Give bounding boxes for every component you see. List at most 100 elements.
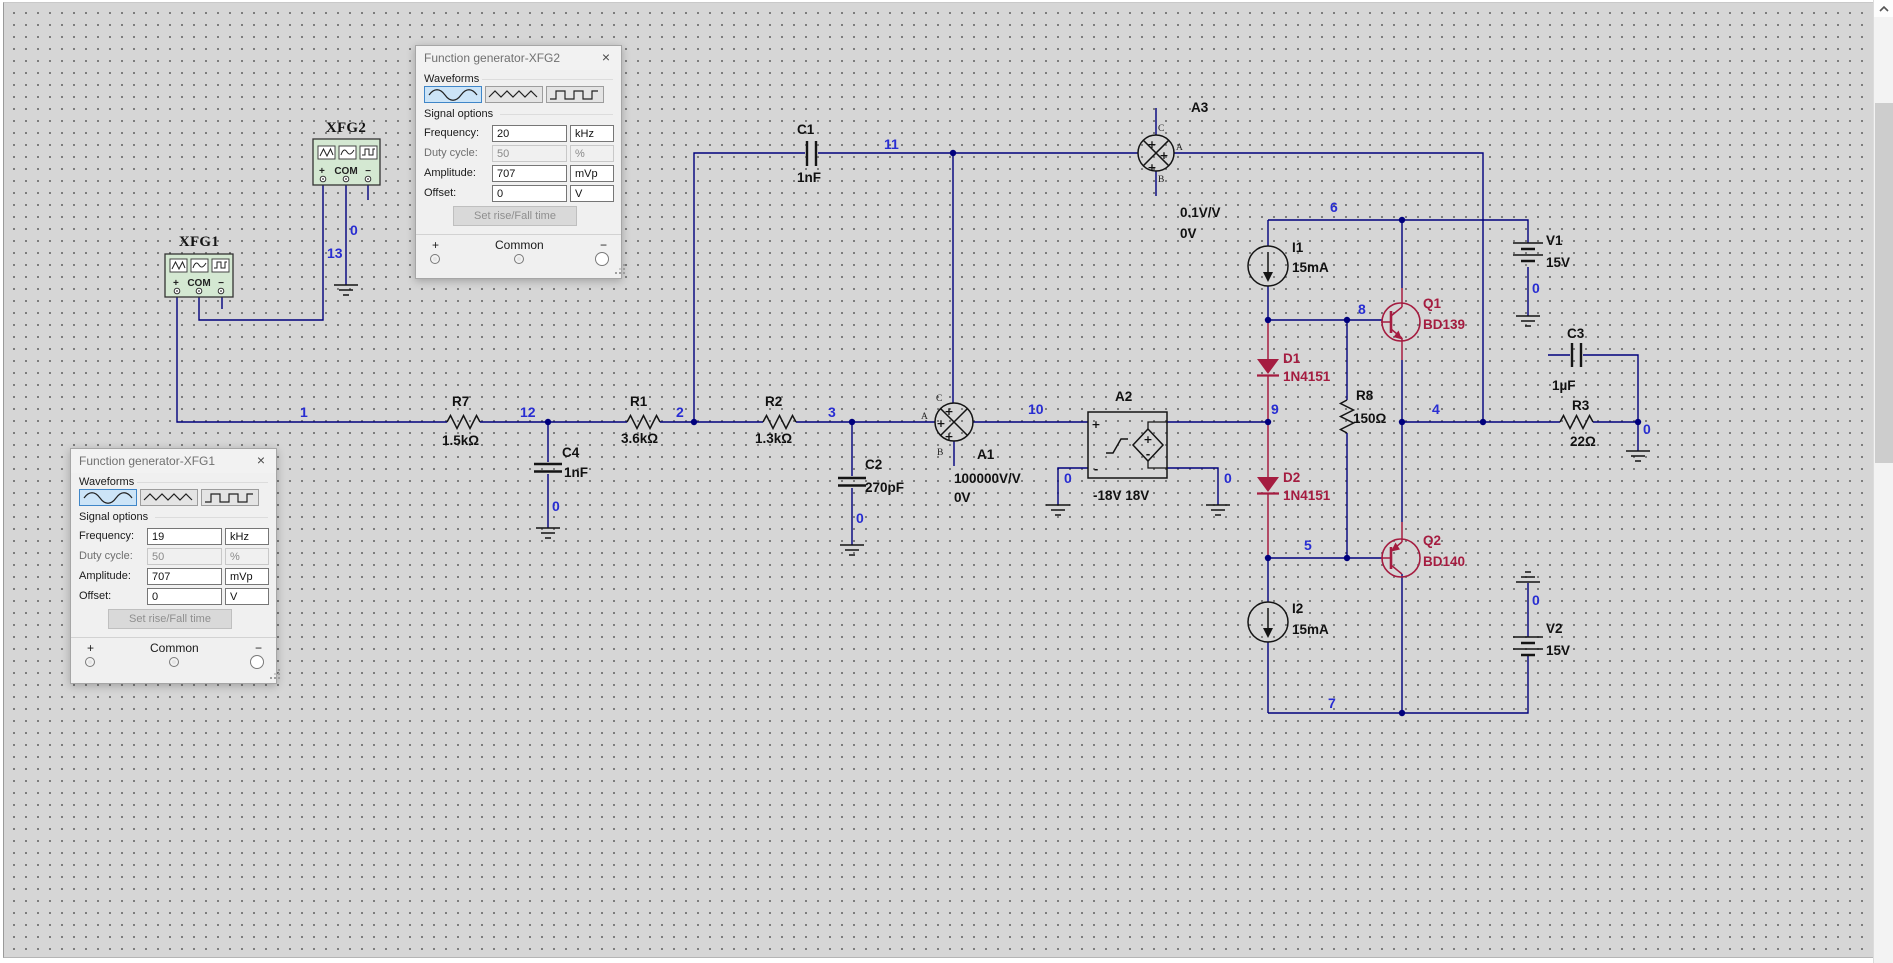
plus-terminal-radio[interactable] (85, 657, 95, 667)
amplitude-unit-input[interactable] (225, 568, 269, 585)
a1-value: 100000V/V (954, 471, 1021, 486)
instrument-xfg2[interactable]: + COM − XFG2 (312, 120, 381, 186)
capacitor-c4[interactable] (534, 462, 562, 473)
frequency-input[interactable] (147, 528, 222, 545)
close-icon[interactable]: × (598, 46, 614, 70)
common-terminal-label: Common (495, 238, 544, 252)
r8-ref: R8 (1356, 388, 1374, 403)
resistor-r7[interactable] (446, 413, 481, 431)
v2-ref: V2 (1546, 621, 1563, 636)
wire-group[interactable] (176, 108, 1639, 714)
net-label-9: 9 (1271, 401, 1279, 417)
battery-v1[interactable] (1513, 242, 1543, 263)
net-label-1: 1 (300, 404, 308, 420)
sine-wave-button[interactable] (424, 86, 482, 103)
resistor-r8[interactable] (1338, 399, 1356, 434)
net-label-4: 4 (1432, 401, 1440, 417)
set-rise-fall-time-button[interactable]: Set rise/Fall time (108, 609, 232, 629)
ground-icon (1516, 315, 1540, 327)
signal-options-group-label: Signal options (424, 108, 494, 120)
net-label-2: 2 (676, 404, 684, 420)
r1-value: 3.6kΩ (621, 431, 658, 446)
offset-input[interactable] (147, 588, 222, 605)
xfg1-dialog-title: Function generator-XFG1 (79, 454, 216, 468)
set-rise-fall-time-button[interactable]: Set rise/Fall time (453, 206, 577, 226)
waveforms-group-label: Waveforms (424, 73, 480, 85)
offset-unit-input[interactable] (225, 588, 269, 605)
q1-value: BD139 (1423, 317, 1465, 332)
a3-plus-mark: + (1147, 138, 1156, 151)
square-wave-button[interactable] (546, 86, 604, 103)
c2-value: 270pF (865, 480, 904, 495)
minus-terminal-radio[interactable] (595, 252, 609, 266)
duty-cycle-input (147, 548, 222, 565)
waveforms-group-label: Waveforms (79, 476, 135, 488)
resistor-r3[interactable] (1559, 413, 1594, 431)
capacitor-c1[interactable] (805, 141, 818, 166)
plus-terminal-radio[interactable] (430, 254, 440, 264)
xfg1-plus-terminal-label: + (173, 278, 179, 289)
xfg2-plus-terminal-label: + (319, 166, 325, 177)
xfg2-minus-terminal-label: − (365, 166, 371, 177)
c2-ref: C2 (865, 457, 882, 472)
common-terminal-radio[interactable] (169, 657, 179, 667)
a2-source-minus-mark: - (1146, 448, 1151, 461)
offset-input[interactable] (492, 185, 567, 202)
frequency-input[interactable] (492, 125, 567, 142)
xfg1-dialog-titlebar[interactable]: Function generator-XFG1 × (71, 449, 276, 473)
xfg2-dialog-titlebar[interactable]: Function generator-XFG2 × (416, 46, 621, 70)
capacitor-c3[interactable] (1570, 343, 1583, 367)
frequency-unit-input[interactable] (225, 528, 269, 545)
scroll-up-button[interactable] (1874, 0, 1893, 17)
vertical-scrollbar[interactable] (1873, 0, 1893, 963)
offset-label: Offset: (79, 590, 112, 602)
triangle-wave-button[interactable] (140, 489, 198, 506)
a2-source-plus-mark: + (1143, 433, 1152, 446)
plus-terminal-label: + (87, 641, 95, 655)
net-label-0: 0 (350, 222, 358, 238)
battery-v2[interactable] (1513, 636, 1543, 657)
xfg1-com-terminal-label: COM (187, 278, 210, 289)
frequency-label: Frequency: (424, 127, 480, 139)
ground-icon-inverted (1516, 571, 1540, 583)
r3-value: 22Ω (1570, 434, 1596, 449)
amplitude-unit-input[interactable] (570, 165, 614, 182)
c3-ref: C3 (1567, 326, 1585, 341)
common-terminal-label: Common (150, 641, 199, 655)
xfg1-minus-terminal-label: − (218, 278, 224, 289)
resize-grip-icon[interactable] (615, 272, 617, 274)
instrument-xfg1[interactable]: + COM − XFG1 (164, 234, 234, 298)
resistor-r2[interactable] (762, 413, 797, 431)
resize-grip-icon[interactable] (270, 677, 272, 679)
c4-ref: C4 (562, 445, 580, 460)
square-wave-button[interactable] (201, 489, 259, 506)
amplitude-input[interactable] (492, 165, 567, 182)
amplitude-label: Amplitude: (424, 167, 476, 179)
current-source-i1[interactable] (1247, 245, 1289, 287)
sine-wave-button[interactable] (79, 489, 137, 506)
scrollbar-thumb[interactable] (1875, 103, 1893, 463)
transistor-q1[interactable] (1381, 288, 1421, 360)
close-icon[interactable]: × (253, 449, 269, 473)
common-terminal-radio[interactable] (514, 254, 524, 264)
duty-cycle-unit-input (570, 145, 614, 162)
c1-value: 1nF (797, 170, 821, 185)
frequency-label: Frequency: (79, 530, 135, 542)
transistor-q2[interactable] (1381, 522, 1421, 578)
diode-d2[interactable] (1257, 424, 1279, 556)
net-label-5: 5 (1304, 537, 1312, 553)
resistor-r1[interactable] (626, 413, 661, 431)
a1-plus-mark: + (936, 417, 945, 430)
frequency-unit-input[interactable] (570, 125, 614, 142)
net-label-10: 10 (1028, 401, 1044, 417)
triangle-wave-button[interactable] (485, 86, 543, 103)
capacitor-c2[interactable] (838, 476, 866, 487)
plus-terminal-label: + (432, 238, 440, 252)
amplitude-input[interactable] (147, 568, 222, 585)
current-source-i2[interactable] (1247, 601, 1289, 643)
function-generator-xfg2-dialog: Function generator-XFG2 × Waveforms Sign… (415, 45, 622, 279)
net-label-13: 13 (327, 245, 343, 261)
offset-unit-input[interactable] (570, 185, 614, 202)
net-label-0: 0 (1532, 592, 1540, 608)
minus-terminal-radio[interactable] (250, 655, 264, 669)
